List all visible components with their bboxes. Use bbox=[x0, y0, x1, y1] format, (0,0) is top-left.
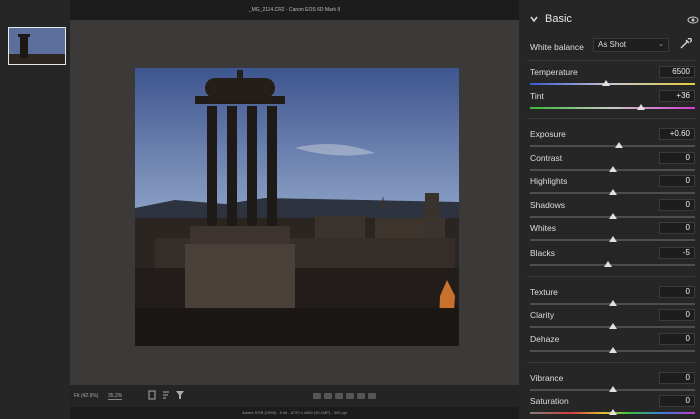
blacks-label: Blacks bbox=[530, 248, 556, 258]
divider bbox=[527, 118, 695, 119]
clarity-label: Clarity bbox=[530, 310, 555, 320]
vibrance-label: Vibrance bbox=[530, 373, 564, 383]
window-title: _MG_2114.CR2 - Canon EOS 6D Mark II bbox=[70, 0, 519, 20]
texture-value-field[interactable]: 0 bbox=[659, 286, 695, 298]
texture-slider-thumb[interactable] bbox=[608, 300, 617, 306]
shadows-value-field[interactable]: 0 bbox=[659, 199, 695, 211]
temperature-slider-track[interactable] bbox=[530, 83, 695, 85]
vibrance-value-field[interactable]: 0 bbox=[659, 372, 695, 384]
whites-slider-thumb[interactable] bbox=[608, 236, 617, 242]
edit-panel: Basic White balance As Shot ⌄ Temperatur… bbox=[519, 0, 700, 419]
fit-zoom-label[interactable]: Fit (42.9%) bbox=[74, 393, 98, 399]
filter-icon[interactable] bbox=[176, 390, 184, 400]
zoom-value[interactable]: 35.2% bbox=[108, 393, 123, 400]
visibility-eye-icon[interactable] bbox=[687, 16, 699, 24]
blacks-slider-thumb[interactable] bbox=[604, 261, 613, 267]
slider-row-exposure[interactable]: Exposure +0.60 bbox=[519, 128, 700, 152]
dehaze-value-field[interactable]: 0 bbox=[659, 333, 695, 345]
status-line[interactable]: Adobe RGB (1998) - 8 bit - 6720 x 4480 (… bbox=[70, 407, 519, 419]
contrast-value-field[interactable]: 0 bbox=[659, 152, 695, 164]
eyedropper-icon[interactable] bbox=[678, 37, 692, 51]
bottom-toolbar: Fit (42.9%) 35.2% bbox=[70, 385, 519, 407]
filmstrip-thumbnail[interactable] bbox=[8, 27, 66, 65]
saturation-value-field[interactable]: 0 bbox=[659, 395, 695, 407]
photo-preview[interactable] bbox=[135, 68, 459, 346]
slider-row-clarity[interactable]: Clarity 0 bbox=[519, 309, 700, 333]
slider-row-contrast[interactable]: Contrast 0 bbox=[519, 152, 700, 176]
panel-title: Basic bbox=[545, 13, 572, 25]
exposure-slider-thumb[interactable] bbox=[615, 142, 624, 148]
slider-row-shadows[interactable]: Shadows 0 bbox=[519, 199, 700, 223]
sort-icon[interactable] bbox=[162, 390, 170, 400]
temperature-label: Temperature bbox=[530, 67, 578, 77]
chevron-down-icon[interactable] bbox=[529, 14, 539, 24]
whites-label: Whites bbox=[530, 223, 556, 233]
vibrance-slider-thumb[interactable] bbox=[608, 386, 617, 392]
white-balance-label: White balance bbox=[530, 42, 584, 52]
tint-label: Tint bbox=[530, 91, 544, 101]
tint-value-field[interactable]: +36 bbox=[659, 90, 695, 102]
divider bbox=[527, 60, 695, 61]
tint-slider-track[interactable] bbox=[530, 107, 695, 109]
slider-row-blacks[interactable]: Blacks -5 bbox=[519, 247, 700, 271]
exposure-slider-track[interactable] bbox=[530, 145, 695, 147]
exposure-value-field[interactable]: +0.60 bbox=[659, 128, 695, 140]
slider-row-vibrance[interactable]: Vibrance 0 bbox=[519, 372, 700, 396]
white-balance-value: As Shot bbox=[598, 40, 627, 49]
slider-row-saturation[interactable]: Saturation 0 bbox=[519, 395, 700, 419]
white-balance-select[interactable]: As Shot ⌄ bbox=[593, 38, 669, 52]
texture-label: Texture bbox=[530, 287, 558, 297]
whites-value-field[interactable]: 0 bbox=[659, 222, 695, 234]
saturation-label: Saturation bbox=[530, 396, 569, 406]
highlights-slider-thumb[interactable] bbox=[608, 189, 617, 195]
contrast-label: Contrast bbox=[530, 153, 563, 163]
basic-section-header[interactable]: Basic bbox=[519, 10, 700, 30]
slider-row-tint[interactable]: Tint +36 bbox=[519, 90, 700, 114]
shadows-label: Shadows bbox=[530, 200, 565, 210]
blacks-slider-track[interactable] bbox=[530, 264, 695, 266]
temperature-slider-thumb[interactable] bbox=[601, 80, 610, 86]
slider-row-whites[interactable]: Whites 0 bbox=[519, 222, 700, 246]
divider bbox=[527, 276, 695, 277]
slider-row-highlights[interactable]: Highlights 0 bbox=[519, 175, 700, 199]
view-mode-buttons[interactable] bbox=[313, 393, 376, 399]
slider-row-temperature[interactable]: Temperature 6500 bbox=[519, 66, 700, 90]
slider-row-dehaze[interactable]: Dehaze 0 bbox=[519, 333, 700, 357]
filmstrip-toggle-icon[interactable] bbox=[148, 390, 156, 400]
exposure-label: Exposure bbox=[530, 129, 566, 139]
divider bbox=[527, 362, 695, 363]
saturation-slider-thumb[interactable] bbox=[608, 409, 617, 415]
clarity-value-field[interactable]: 0 bbox=[659, 309, 695, 321]
highlights-label: Highlights bbox=[530, 176, 568, 186]
chevron-down-icon: ⌄ bbox=[658, 41, 664, 48]
highlights-value-field[interactable]: 0 bbox=[659, 175, 695, 187]
clarity-slider-thumb[interactable] bbox=[608, 323, 617, 329]
dehaze-slider-thumb[interactable] bbox=[608, 347, 617, 353]
shadows-slider-thumb[interactable] bbox=[608, 213, 617, 219]
blacks-value-field[interactable]: -5 bbox=[659, 247, 695, 259]
slider-row-texture[interactable]: Texture 0 bbox=[519, 286, 700, 310]
temperature-value-field[interactable]: 6500 bbox=[659, 66, 695, 78]
filmstrip bbox=[0, 0, 70, 419]
tint-slider-thumb[interactable] bbox=[636, 104, 645, 110]
contrast-slider-thumb[interactable] bbox=[608, 166, 617, 172]
dehaze-label: Dehaze bbox=[530, 334, 560, 344]
